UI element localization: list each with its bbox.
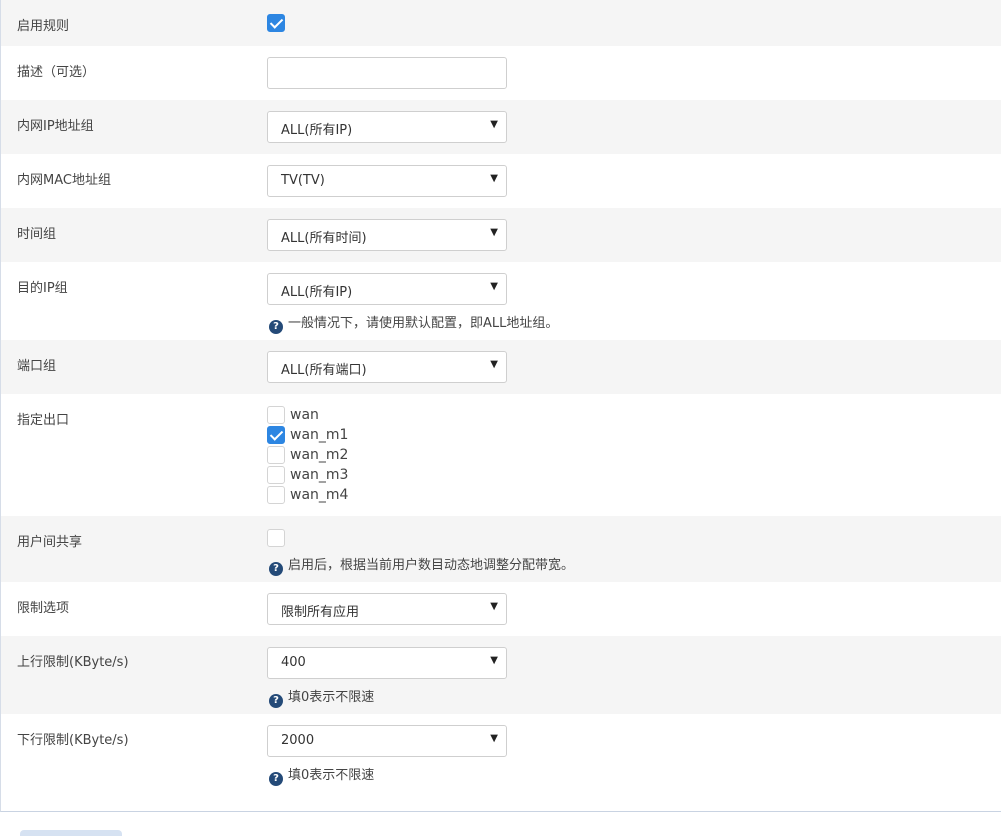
outlet-option-wan-m2[interactable]: wan_m2 <box>267 446 387 464</box>
upload-limit-hint-text: 填0表示不限速 <box>288 690 375 705</box>
upload-limit-hint: ? 填0表示不限速 <box>269 686 374 708</box>
upload-limit-label: 上行限制(KByte/s) <box>17 655 129 670</box>
question-circle-icon: ? <box>269 694 283 708</box>
lan-ip-group-label: 内网IP地址组 <box>17 119 94 134</box>
dest-ip-group-hint: ? 一般情况下，请使用默认配置，即ALL地址组。 <box>269 312 558 334</box>
outlet-wan-checkbox[interactable] <box>267 406 285 424</box>
caret-down-icon: ▼ <box>490 119 498 130</box>
download-limit-label: 下行限制(KByte/s) <box>17 733 129 748</box>
row-time-group: 时间组 ALL(所有时间) ▼ <box>1 208 1001 262</box>
lan-mac-group-select[interactable]: TV(TV) ▼ <box>267 165 507 197</box>
outlet-wan-m2-label: wan_m2 <box>290 447 349 463</box>
row-description: 描述（可选） <box>1 46 1001 100</box>
enable-rule-checkbox[interactable] <box>267 14 285 32</box>
submit-button[interactable] <box>20 830 122 836</box>
download-limit-hint-text: 填0表示不限速 <box>288 768 375 783</box>
row-lan-ip-group: 内网IP地址组 ALL(所有IP) ▼ <box>1 100 1001 154</box>
rule-form: 启用规则 描述（可选） 内网IP地址组 ALL(所有IP) ▼ 内网MAC地址组… <box>0 0 1001 812</box>
row-port-group: 端口组 ALL(所有端口) ▼ <box>1 340 1001 394</box>
shared-hint-text: 启用后，根据当前用户数目动态地调整分配带宽。 <box>288 558 575 573</box>
row-lan-mac-group: 内网MAC地址组 TV(TV) ▼ <box>1 154 1001 208</box>
outlet-option-wan-m4[interactable]: wan_m4 <box>267 486 387 504</box>
port-group-select[interactable]: ALL(所有端口) ▼ <box>267 351 507 383</box>
outlet-wan-m1-checkbox[interactable] <box>267 426 285 444</box>
shared-hint: ? 启用后，根据当前用户数目动态地调整分配带宽。 <box>269 554 574 576</box>
limit-option-value: 限制所有应用 <box>281 605 360 620</box>
port-group-label: 端口组 <box>17 359 57 374</box>
shared-checkbox[interactable] <box>267 529 285 547</box>
row-download-limit: 下行限制(KByte/s) 2000 ▼ ? 填0表示不限速 <box>1 714 1001 811</box>
caret-down-icon: ▼ <box>490 655 498 666</box>
time-group-value: ALL(所有时间) <box>281 231 367 246</box>
enable-rule-label: 启用规则 <box>17 19 70 34</box>
lan-mac-group-label: 内网MAC地址组 <box>17 173 111 188</box>
upload-limit-value: 400 <box>281 655 306 670</box>
time-group-label: 时间组 <box>17 227 57 242</box>
limit-option-select[interactable]: 限制所有应用 ▼ <box>267 593 507 625</box>
outlet-wan-m4-checkbox[interactable] <box>267 486 285 504</box>
outlet-wan-label: wan <box>290 407 319 423</box>
outlet-wan-m3-label: wan_m3 <box>290 467 349 483</box>
outlet-label: 指定出口 <box>17 413 70 428</box>
shared-label: 用户间共享 <box>17 535 83 550</box>
outlet-wan-m1-label: wan_m1 <box>290 427 349 443</box>
caret-down-icon: ▼ <box>490 359 498 370</box>
time-group-select[interactable]: ALL(所有时间) ▼ <box>267 219 507 251</box>
limit-option-label: 限制选项 <box>17 601 70 616</box>
lan-ip-group-select[interactable]: ALL(所有IP) ▼ <box>267 111 507 143</box>
download-limit-select[interactable]: 2000 ▼ <box>267 725 507 757</box>
upload-limit-select[interactable]: 400 ▼ <box>267 647 507 679</box>
description-label: 描述（可选） <box>17 65 96 80</box>
outlet-wan-m2-checkbox[interactable] <box>267 446 285 464</box>
dest-ip-group-hint-text: 一般情况下，请使用默认配置，即ALL地址组。 <box>288 316 559 331</box>
dest-ip-group-value: ALL(所有IP) <box>281 285 353 300</box>
outlet-wan-m3-checkbox[interactable] <box>267 466 285 484</box>
dest-ip-group-select[interactable]: ALL(所有IP) ▼ <box>267 273 507 305</box>
caret-down-icon: ▼ <box>490 733 498 744</box>
port-group-value: ALL(所有端口) <box>281 363 367 378</box>
row-shared: 用户间共享 ? 启用后，根据当前用户数目动态地调整分配带宽。 <box>1 516 1001 582</box>
row-outlet: 指定出口 wan wan_m1 wan_m2 wan_m3 wan_m4 <box>1 394 1001 516</box>
question-circle-icon: ? <box>269 772 283 786</box>
caret-down-icon: ▼ <box>490 281 498 292</box>
caret-down-icon: ▼ <box>490 173 498 184</box>
outlet-option-wan[interactable]: wan <box>267 406 387 424</box>
lan-ip-group-value: ALL(所有IP) <box>281 123 353 138</box>
outlet-wan-m4-label: wan_m4 <box>290 487 349 503</box>
lan-mac-group-value: TV(TV) <box>281 173 325 188</box>
dest-ip-group-label: 目的IP组 <box>17 281 68 296</box>
question-circle-icon: ? <box>269 562 283 576</box>
row-enable-rule: 启用规则 <box>1 0 1001 46</box>
question-circle-icon: ? <box>269 320 283 334</box>
outlet-option-wan-m1[interactable]: wan_m1 <box>267 426 387 444</box>
download-limit-value: 2000 <box>281 733 315 748</box>
row-limit-option: 限制选项 限制所有应用 ▼ <box>1 582 1001 636</box>
outlet-option-wan-m3[interactable]: wan_m3 <box>267 466 387 484</box>
download-limit-hint: ? 填0表示不限速 <box>269 764 374 786</box>
description-input[interactable] <box>267 57 507 89</box>
caret-down-icon: ▼ <box>490 601 498 612</box>
row-dest-ip-group: 目的IP组 ALL(所有IP) ▼ ? 一般情况下，请使用默认配置，即ALL地址组… <box>1 262 1001 340</box>
row-upload-limit: 上行限制(KByte/s) 400 ▼ ? 填0表示不限速 <box>1 636 1001 714</box>
caret-down-icon: ▼ <box>490 227 498 238</box>
